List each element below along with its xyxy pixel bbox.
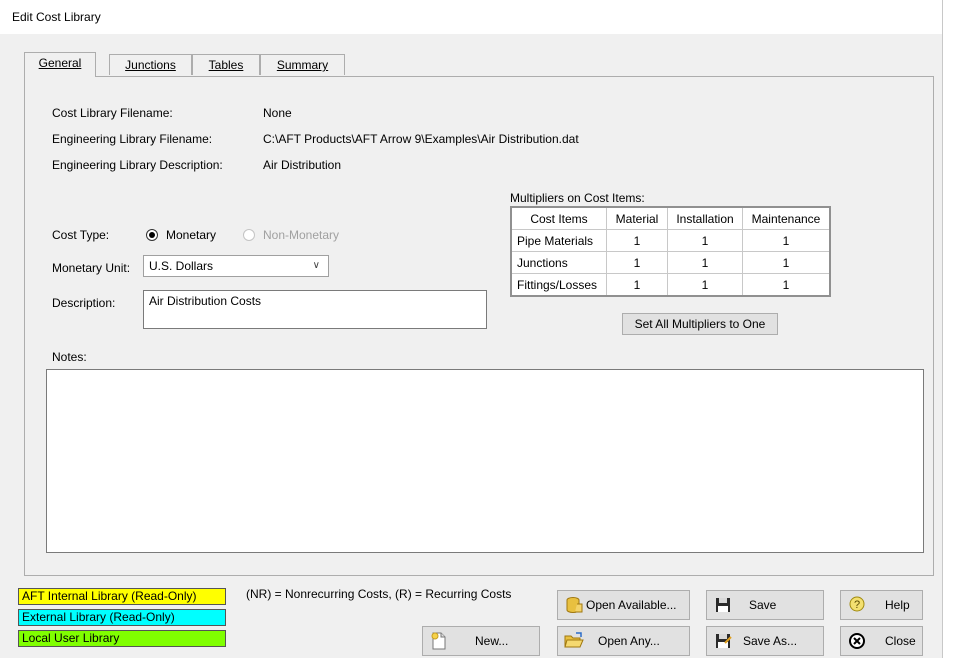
column-header: Cost Items: [510, 206, 607, 230]
chevron-down-icon: ∨: [312, 260, 320, 271]
tab-summary-label: Summary: [276, 58, 329, 72]
edit-cost-library-window: Edit Cost Library General Junctions Tabl…: [0, 0, 943, 658]
window-title: Edit Cost Library: [12, 10, 101, 24]
legend-local-library: Local User Library: [18, 630, 226, 647]
title-bar: Edit Cost Library: [0, 0, 942, 34]
cost-library-filename-value: None: [263, 106, 292, 120]
monetary-radio-label[interactable]: Monetary: [166, 228, 216, 242]
row-label: Junctions: [510, 251, 607, 274]
save-as-icon: [716, 634, 732, 648]
floppy-disk-icon: [716, 598, 730, 612]
monetary-radio[interactable]: [146, 229, 158, 241]
multiplier-cell[interactable]: 1: [667, 273, 743, 297]
close-label: Close: [885, 634, 916, 648]
engineering-library-filename-label: Engineering Library Filename:: [52, 132, 213, 146]
folder-open-icon: [564, 632, 584, 648]
help-icon: ?: [849, 596, 865, 612]
set-all-multipliers-label: Set All Multipliers to One: [634, 317, 766, 331]
multiplier-cell[interactable]: 1: [742, 229, 831, 252]
non-monetary-radio[interactable]: [243, 229, 255, 241]
open-available-button[interactable]: Open Available...: [557, 590, 690, 620]
open-any-button[interactable]: Open Any...: [557, 626, 690, 656]
save-as-button[interactable]: Save As...: [706, 626, 824, 656]
cost-type-label: Cost Type:: [52, 228, 110, 242]
notes-label: Notes:: [52, 350, 87, 364]
database-open-icon: [566, 597, 583, 613]
multipliers-table: Cost Items Material Installation Mainten…: [510, 206, 831, 297]
engineering-library-description-label: Engineering Library Description:: [52, 158, 223, 172]
engineering-library-filename-value: C:\AFT Products\AFT Arrow 9\Examples\Air…: [263, 132, 579, 146]
non-monetary-radio-label[interactable]: Non-Monetary: [263, 228, 339, 242]
tab-junctions[interactable]: Junctions: [109, 54, 192, 75]
multiplier-cell[interactable]: 1: [606, 229, 668, 252]
table-row: Pipe Materials 1 1 1: [510, 229, 831, 252]
multiplier-cell[interactable]: 1: [742, 251, 831, 274]
multiplier-cell[interactable]: 1: [606, 273, 668, 297]
tab-summary[interactable]: Summary: [260, 54, 345, 75]
description-input[interactable]: Air Distribution Costs: [143, 290, 487, 329]
cost-library-filename-label: Cost Library Filename:: [52, 106, 173, 120]
close-button[interactable]: Close: [840, 626, 923, 656]
save-label: Save: [749, 598, 777, 612]
svg-text:?: ?: [854, 599, 860, 611]
legend-internal-label: AFT Internal Library (Read-Only): [22, 589, 197, 603]
help-label: Help: [885, 598, 910, 612]
cost-note: (NR) = Nonrecurring Costs, (R) = Recurri…: [246, 587, 512, 601]
legend-local-label: Local User Library: [22, 631, 120, 645]
multiplier-cell[interactable]: 1: [667, 251, 743, 274]
help-button[interactable]: ? Help: [840, 590, 923, 620]
save-button[interactable]: Save: [706, 590, 824, 620]
table-row: Junctions 1 1 1: [510, 251, 831, 274]
close-icon: [849, 633, 865, 649]
row-label: Pipe Materials: [510, 229, 607, 252]
notes-textarea[interactable]: [46, 369, 924, 553]
monetary-unit-label: Monetary Unit:: [52, 261, 131, 275]
tab-tables[interactable]: Tables: [192, 54, 260, 75]
column-header: Material: [606, 206, 668, 230]
monetary-unit-select[interactable]: U.S. Dollars ∨: [143, 255, 329, 277]
multiplier-cell[interactable]: 1: [606, 251, 668, 274]
new-file-icon: [431, 632, 446, 650]
column-header: Maintenance: [742, 206, 831, 230]
legend-external-library: External Library (Read-Only): [18, 609, 226, 626]
tab-general-label: General: [38, 56, 82, 70]
new-button-label: New...: [475, 634, 509, 648]
open-available-label: Open Available...: [586, 598, 677, 612]
new-button[interactable]: New...: [422, 626, 540, 656]
legend-internal-library: AFT Internal Library (Read-Only): [18, 588, 226, 605]
tab-tables-label: Tables: [208, 58, 244, 72]
set-all-multipliers-button[interactable]: Set All Multipliers to One: [622, 313, 778, 335]
multipliers-title: Multipliers on Cost Items:: [510, 191, 645, 205]
description-value: Air Distribution Costs: [149, 294, 262, 308]
open-any-label: Open Any...: [598, 634, 660, 648]
multiplier-cell[interactable]: 1: [742, 273, 831, 297]
row-label: Fittings/Losses: [510, 273, 607, 297]
description-label: Description:: [52, 296, 116, 310]
save-as-label: Save As...: [743, 634, 798, 648]
engineering-library-description-value: Air Distribution: [263, 158, 342, 172]
monetary-unit-value: U.S. Dollars: [149, 259, 214, 273]
tab-junctions-label: Junctions: [125, 58, 176, 72]
column-header: Installation: [667, 206, 743, 230]
legend-external-label: External Library (Read-Only): [22, 610, 175, 624]
tab-general[interactable]: General: [24, 52, 96, 77]
table-header-row: Cost Items Material Installation Mainten…: [510, 206, 831, 230]
table-row: Fittings/Losses 1 1 1: [510, 273, 831, 297]
multiplier-cell[interactable]: 1: [667, 229, 743, 252]
